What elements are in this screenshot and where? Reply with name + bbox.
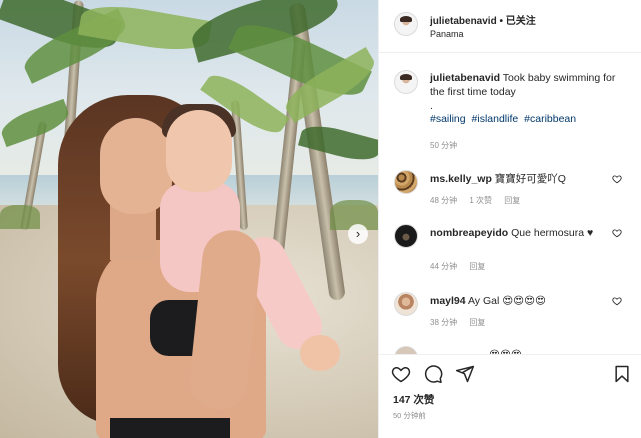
heart-icon[interactable] [612, 228, 622, 238]
comment-meta: 48 分钟 1 次赞 回复 [430, 195, 530, 206]
avatar[interactable] [394, 170, 418, 194]
baby-head [166, 110, 232, 192]
comment-username[interactable]: nombreapeyido [430, 227, 508, 239]
header-username[interactable]: julietabenavid [430, 16, 497, 27]
comment-time: 38 分钟 [430, 318, 458, 327]
comment-meta: 38 分钟 回复 [430, 317, 495, 328]
separator-dot: • [496, 16, 506, 27]
comment-time: 44 分钟 [430, 262, 458, 271]
comment-text: Ay Gal 😍😍😍😍 [467, 295, 546, 307]
reply-button[interactable]: 回复 [504, 196, 520, 205]
chevron-right-icon: › [355, 226, 361, 241]
post-header: julietabenavid • 已关注 Panama [379, 0, 641, 53]
location-link[interactable]: Panama [430, 29, 464, 39]
comment-text: 寶寶好可愛吖Q [494, 173, 566, 185]
comment-username[interactable]: mayl94 [430, 295, 466, 307]
caption-username[interactable]: julietabenavid [430, 72, 500, 84]
baby-foot [300, 335, 340, 371]
like-count[interactable]: 147 次赞 [393, 392, 434, 407]
caption-text-block: julietabenavid Took baby swimming for th… [430, 71, 630, 113]
avatar[interactable] [394, 292, 418, 316]
hashtags: #sailing #islandlife #caribbean [430, 113, 579, 125]
next-photo-button[interactable]: › [348, 224, 368, 244]
hashtag-link[interactable]: #islandlife [472, 113, 519, 125]
header-username-line: julietabenavid • 已关注 [430, 12, 536, 27]
hashtag-link[interactable]: #sailing [430, 113, 466, 125]
comment-likes[interactable]: 1 次赞 [469, 196, 492, 205]
grass [0, 205, 40, 229]
bikini-bottom [110, 418, 230, 438]
comment-time: 48 分钟 [430, 196, 458, 205]
comment-text: Que hermosura ♥ [511, 227, 594, 239]
comment-icon[interactable] [423, 364, 443, 384]
action-bar: 147 次赞 50 分钟前 [379, 354, 641, 438]
avatar[interactable] [394, 70, 418, 94]
comment-item: mayl94 Ay Gal 😍😍😍😍 38 分钟 回复 [379, 290, 641, 350]
reply-button[interactable]: 回复 [469, 318, 485, 327]
comments-list[interactable]: julietabenavid Took baby swimming for th… [379, 54, 641, 354]
bookmark-icon[interactable] [612, 364, 632, 384]
reply-button[interactable]: 回复 [469, 262, 485, 271]
posted-time: 50 分钟前 [393, 411, 426, 420]
comment-text-block: nombreapeyido Que hermosura ♥ [430, 226, 605, 240]
heart-icon[interactable] [612, 296, 622, 306]
avatar[interactable] [394, 12, 418, 36]
comment-item: ms.kelly_wp 寶寶好可愛吖Q 48 分钟 1 次赞 回复 [379, 168, 641, 228]
share-icon[interactable] [455, 364, 475, 384]
comment-text-block: mayl94 Ay Gal 😍😍😍😍 [430, 294, 605, 308]
hashtag-link[interactable]: #caribbean [524, 113, 576, 125]
follow-button[interactable]: 已关注 [506, 16, 536, 27]
post-photo[interactable]: › [0, 0, 378, 438]
avatar[interactable] [394, 346, 418, 354]
comment-meta: 44 分钟 回复 [430, 261, 495, 272]
heart-icon[interactable] [391, 364, 411, 384]
comment-item: nombreapeyido Que hermosura ♥ 44 分钟 回复 [379, 222, 641, 282]
caption-time: 50 分钟 [430, 141, 458, 150]
caption-dot: . [430, 100, 433, 112]
comment-item: 😍😍😍 [379, 344, 641, 354]
post-panel: julietabenavid • 已关注 Panama julietabenav… [378, 0, 641, 438]
comment-text-block: ms.kelly_wp 寶寶好可愛吖Q [430, 172, 605, 186]
heart-icon[interactable] [612, 174, 622, 184]
avatar[interactable] [394, 224, 418, 248]
comment-username[interactable]: ms.kelly_wp [430, 173, 492, 185]
